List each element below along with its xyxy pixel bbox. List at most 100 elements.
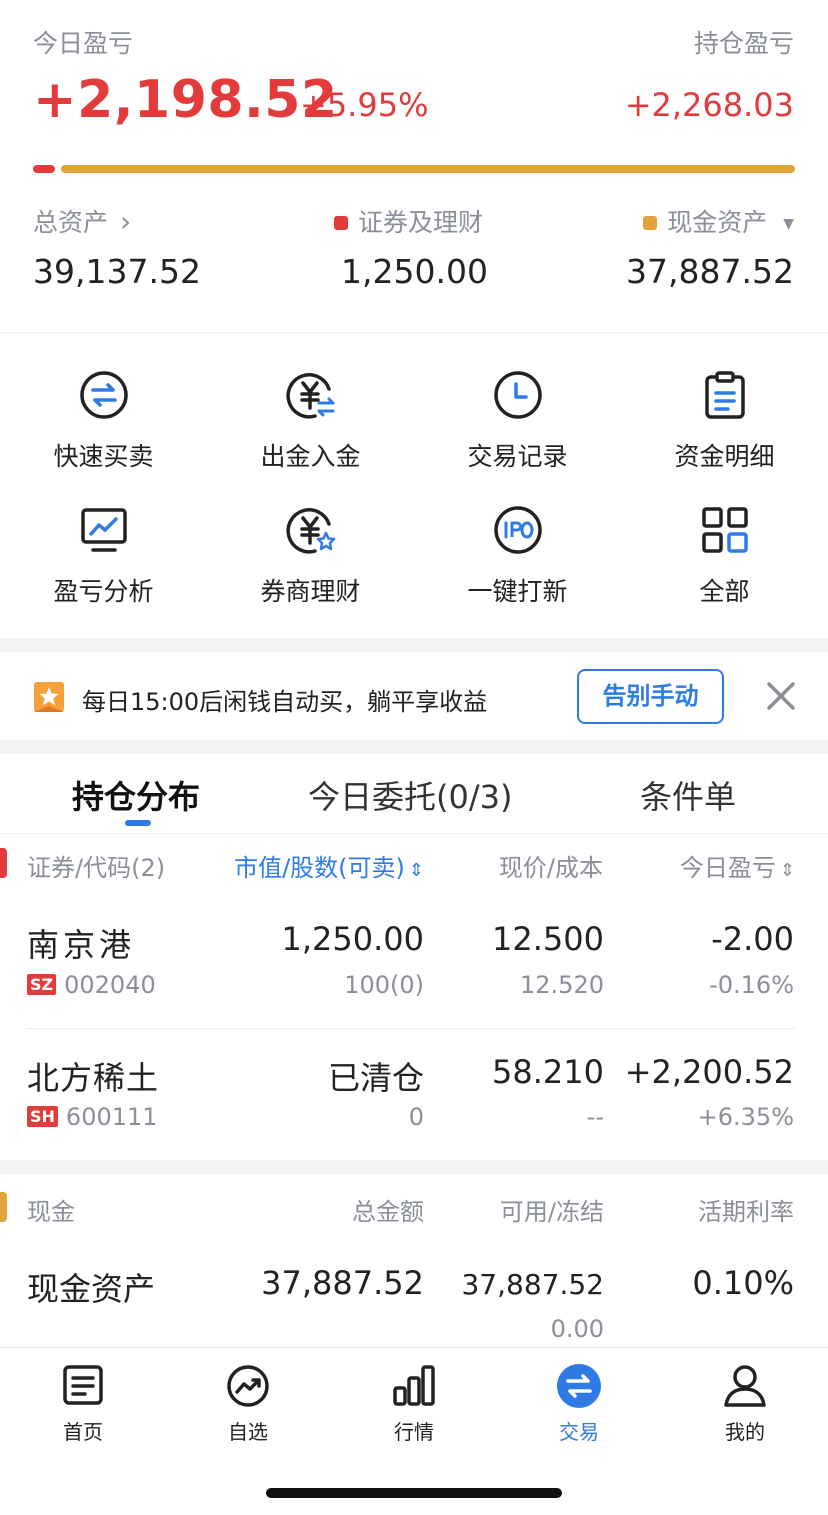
cash-header-available: 可用/冻结 (499, 1198, 604, 1226)
caret-down-icon: ▼ (783, 216, 794, 232)
nav-watchlist[interactable]: 自选 (188, 1362, 308, 1445)
cash-rate: 0.10% (692, 1264, 794, 1302)
cash-header-name: 现金 (27, 1198, 75, 1226)
section-divider (0, 1160, 828, 1174)
shares: 100(0) (344, 971, 424, 999)
person-icon (724, 1365, 766, 1407)
active-tab-indicator (125, 820, 151, 826)
nav-label: 首页 (63, 1420, 103, 1444)
section-divider (0, 740, 828, 754)
cash-frozen: 0.00 (550, 1315, 604, 1343)
cash-header-rate: 活期利率 (698, 1198, 794, 1226)
nav-me[interactable]: 我的 (685, 1362, 805, 1445)
home-doc-icon (63, 1365, 103, 1405)
nav-market[interactable]: 行情 (354, 1362, 474, 1445)
sort-icon: ⇕ (408, 860, 424, 881)
security-name: 南京港 (27, 926, 136, 964)
red-square-icon (334, 216, 348, 230)
nav-label: 行情 (394, 1420, 434, 1444)
ipo-subscribe-button[interactable]: 一键打新 (414, 468, 621, 606)
swap-circle-icon (80, 371, 128, 419)
nav-label: 交易 (559, 1420, 599, 1444)
cash-assets-label: 现金资产 (667, 208, 768, 237)
cash-name: 现金资产 (27, 1270, 156, 1308)
nav-trade[interactable]: 交易 (519, 1362, 639, 1445)
total-assets-link[interactable]: 总资产 › (33, 203, 131, 239)
grid-label: 盈亏分析 (53, 577, 154, 606)
market-value: 1,250.00 (281, 920, 425, 958)
promo-text: 每日15:00后闲钱自动买，躺平享收益 (82, 688, 488, 716)
shares: 0 (408, 1103, 424, 1131)
quick-trade-button[interactable]: 快速买卖 (0, 333, 207, 471)
code-text: 600111 (65, 1103, 158, 1131)
row-divider (26, 1028, 796, 1029)
col-header-market-value-label: 市值/股数(可卖) (234, 854, 405, 882)
trade-records-button[interactable]: 交易记录 (414, 333, 621, 471)
tab-positions[interactable]: 持仓分布 (72, 772, 200, 818)
cash-assets-value: 37,887.52 (626, 252, 794, 291)
yuan-transfer-icon (286, 373, 335, 419)
today-pl: -2.00 (711, 920, 794, 958)
gold-square-icon (643, 216, 658, 230)
home-indicator (266, 1488, 562, 1498)
yuan-star-icon (286, 508, 336, 554)
section-marker (0, 1192, 7, 1222)
today-pl-percent: -0.16% (709, 971, 794, 999)
current-price: 12.500 (492, 920, 604, 958)
col-header-today-pl[interactable]: 今日盈亏 ⇕ (680, 848, 795, 883)
close-icon[interactable] (765, 680, 797, 712)
section-divider (0, 638, 828, 652)
chevron-right-icon: › (119, 205, 132, 238)
today-pl-label: 今日盈亏 (33, 29, 134, 58)
function-grid: 快速买卖 出金入金 交易记录 资金明细 盈亏分析 券商理财 一键打新 全部 (0, 333, 828, 638)
cash-assets-dropdown[interactable]: 现金资产 ▼ (643, 203, 794, 239)
broker-wealth-button[interactable]: 券商理财 (207, 468, 414, 606)
security-name: 北方稀土 (27, 1059, 160, 1097)
clipboard-icon (705, 371, 745, 419)
holding-pl-label: 持仓盈亏 (693, 29, 794, 58)
account-summary: 今日盈亏 持仓盈亏 +2,198.52 +5.95% +2,268.03 总资产… (0, 0, 828, 332)
nav-label: 我的 (725, 1420, 765, 1444)
current-price: 58.210 (492, 1053, 604, 1091)
divider (0, 833, 828, 834)
market-badge: SZ (27, 974, 57, 995)
securities-legend: 证券及理财 (334, 203, 483, 239)
trend-circle-icon (227, 1365, 269, 1407)
total-assets-label: 总资产 (33, 208, 109, 237)
nav-label: 自选 (228, 1420, 268, 1444)
market-badge: SH (27, 1106, 58, 1127)
col-header-today-pl-label: 今日盈亏 (679, 854, 776, 882)
security-code: SH 600111 (27, 1103, 158, 1131)
cash-header-total: 总金额 (352, 1198, 424, 1226)
nav-home[interactable]: 首页 (23, 1362, 143, 1445)
monitor-chart-icon (81, 508, 127, 552)
today-pl-percent: +6.35% (697, 1103, 794, 1131)
cash-total: 37,887.52 (261, 1264, 424, 1302)
securities-share-bar (33, 165, 55, 173)
fund-details-button[interactable]: 资金明细 (621, 333, 828, 471)
ipo-icon (494, 506, 542, 554)
swap-circle-icon (557, 1364, 601, 1408)
grid-label: 全部 (699, 577, 750, 606)
tab-conditional-orders[interactable]: 条件单 (640, 772, 736, 818)
grid-icon (702, 507, 748, 553)
securities-label: 证券及理财 (358, 208, 484, 237)
cash-share-bar (61, 165, 795, 173)
pl-analysis-button[interactable]: 盈亏分析 (0, 468, 207, 606)
cash-available: 37,887.52 (461, 1268, 604, 1301)
cost-price: -- (586, 1103, 604, 1131)
star-badge-icon (34, 682, 64, 712)
deposit-withdraw-button[interactable]: 出金入金 (207, 333, 414, 471)
all-functions-button[interactable]: 全部 (621, 468, 828, 606)
market-value: 已清仓 (327, 1059, 424, 1097)
sort-icon: ⇕ (779, 860, 795, 881)
today-pl-percent: +5.95% (300, 86, 429, 124)
today-pl: +2,200.52 (624, 1053, 794, 1091)
total-assets-value: 39,137.52 (33, 252, 201, 291)
cost-price: 12.520 (520, 971, 604, 999)
promo-action-button[interactable]: 告别手动 (577, 669, 724, 724)
grid-label: 一键打新 (467, 577, 568, 606)
tab-today-orders[interactable]: 今日委托(0/3) (308, 772, 512, 818)
col-header-market-value[interactable]: 市值/股数(可卖) ⇕ (234, 848, 424, 883)
securities-value: 1,250.00 (341, 252, 488, 291)
